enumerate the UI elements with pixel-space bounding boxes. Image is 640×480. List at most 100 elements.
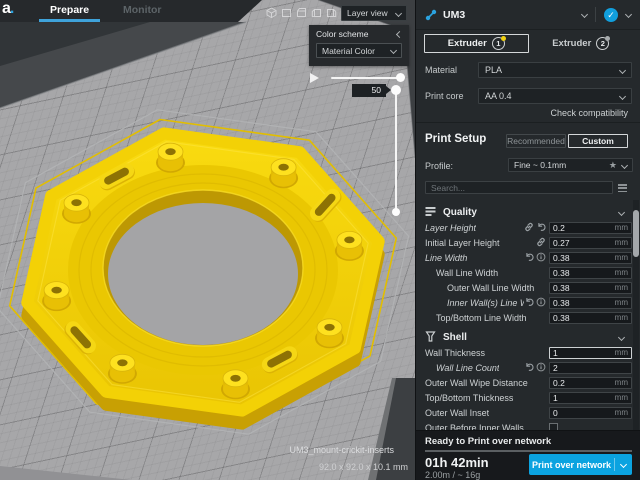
info-icon[interactable] [536,362,546,374]
setting-value-box: mm [549,347,632,359]
setting-input[interactable] [553,298,615,308]
play-icon[interactable] [310,73,319,83]
material-dropdown[interactable]: PLA [478,62,632,78]
profile-dropdown[interactable]: Fine ~ 0.1mm ★ [508,158,633,172]
tab-extruder-2[interactable]: Extruder 2 [529,34,634,53]
link-icon[interactable] [524,222,534,234]
extruder-label: Extruder [552,38,591,49]
section-header-quality[interactable]: Quality [416,200,632,220]
view-right-icon[interactable] [326,7,337,18]
undo-icon[interactable] [524,297,534,309]
chevron-down-icon [619,66,626,73]
undo-icon[interactable] [536,222,546,234]
setting-row: Wall Line Widthmm [416,265,632,280]
setting-label: Outer Wall Wipe Distance [425,378,528,388]
model-dimensions: 92.0 x 92.0 x 10.1 mm [319,462,408,472]
tab-prepare-underline [39,19,100,22]
undo-icon[interactable] [524,362,534,374]
settings-list: QualityLayer HeightmmInitial Layer Heigh… [416,200,632,430]
machine-header[interactable]: UM3 ✓ [416,0,640,30]
tab-monitor[interactable]: Monitor [123,4,162,16]
setting-input[interactable] [553,408,615,418]
setting-label: Line Width [425,253,467,263]
filter-icon[interactable] [618,184,627,192]
color-scheme-dropdown[interactable]: Material Color [316,43,402,58]
viewport-3d[interactable]: a. Prepare Monitor Layer view Color sche… [0,0,415,480]
view-3d-icon[interactable] [266,7,277,18]
setting-input[interactable] [553,313,615,323]
tab-prepare[interactable]: Prepare [50,4,89,16]
setting-input[interactable] [553,283,615,293]
extruder-label: Extruder [448,38,487,49]
setting-label: Outer Wall Line Width [425,283,534,293]
print-core-dropdown[interactable]: AA 0.4 [478,88,632,104]
view-left-icon[interactable] [311,7,322,18]
info-icon[interactable] [536,297,546,309]
quality-icon [425,206,436,219]
setting-row: Outer Before Inner Walls [416,420,632,430]
material-row: Material PLA [425,62,632,78]
scrollbar-track[interactable] [633,200,639,430]
layer-slider-track[interactable] [395,90,397,212]
scrollbar-thumb[interactable] [633,210,639,257]
setting-row: Line Widthmm [416,250,632,265]
view-front-icon[interactable] [281,7,292,18]
undo-icon[interactable] [524,252,534,264]
network-printer-icon [425,9,437,21]
print-over-network-button[interactable]: Print over network [529,454,632,475]
setting-row: Initial Layer Heightmm [416,235,632,250]
setting-value-box: mm [549,222,632,234]
setting-row: Outer Wall Wipe Distancemm [416,375,632,390]
setting-input[interactable] [553,378,615,388]
chevron-down-icon[interactable] [581,11,588,18]
setting-label: Outer Before Inner Walls [425,423,524,431]
setting-input[interactable] [553,223,615,233]
setting-value-box: mm [549,407,632,419]
connection-ok-icon: ✓ [604,8,618,22]
layer-scrub-handle[interactable] [396,73,405,82]
layer-slider-handle-bottom[interactable] [392,208,400,216]
layer-scrub-track[interactable] [331,77,403,79]
print-button-label: Print over network [529,460,614,470]
machine-name: UM3 [443,9,465,21]
setting-label: Wall Line Width [425,268,498,278]
material-color-dot [501,36,506,41]
tab-extruder-1[interactable]: Extruder 1 [424,34,529,53]
mode-recommended-button[interactable]: Recommended [506,134,566,148]
top-bar: a. Prepare Monitor Layer view [0,0,415,22]
print-job-footer: Ready to Print over network 01h 42min 2.… [416,430,640,480]
setting-input[interactable] [553,348,615,358]
setting-input[interactable] [553,238,615,248]
material-color-dot [605,36,610,41]
chevron-down-icon[interactable] [625,11,632,18]
setting-value-box [549,362,632,374]
info-icon[interactable] [536,252,546,264]
view-mode-dropdown[interactable]: Layer view [341,5,407,21]
layer-slider-handle-top[interactable] [391,85,401,95]
collapse-icon[interactable] [396,30,403,37]
star-icon[interactable]: ★ [609,160,617,170]
divider [595,7,596,22]
color-scheme-value: Material Color [322,46,375,56]
setting-row: Outer Wall Line Widthmm [416,280,632,295]
link-icon[interactable] [536,237,546,249]
check-compatibility-link[interactable]: Check compatibility [550,108,628,118]
setting-checkbox[interactable] [549,423,558,430]
mode-custom-button[interactable]: Custom [568,134,628,148]
search-input[interactable] [425,181,613,194]
print-core-label: Print core [425,91,478,101]
material-label: Material [425,65,478,75]
profile-label: Profile: [425,161,453,171]
material-value: PLA [485,65,502,75]
model-3d[interactable] [0,0,415,480]
setting-input[interactable] [553,253,615,263]
view-top-icon[interactable] [296,7,307,18]
setting-input[interactable] [553,363,628,373]
section-header-shell[interactable]: Shell [416,325,632,345]
extruder-tabs: Extruder 1 Extruder 2 [424,34,633,53]
chevron-down-icon[interactable] [620,461,627,468]
layer-number-badge: 50 [352,84,386,97]
setting-input[interactable] [553,268,615,278]
setting-input[interactable] [553,393,615,403]
setting-label: Initial Layer Height [425,238,500,248]
